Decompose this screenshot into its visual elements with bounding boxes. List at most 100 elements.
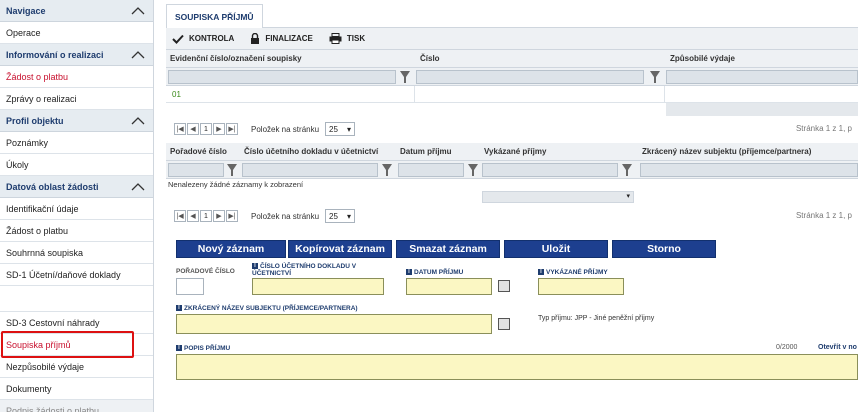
page-size-label: Položek na stránku [251, 211, 320, 221]
chevron-up-icon[interactable] [131, 182, 145, 192]
sidebar-item-identifikacni[interactable]: Identifikační údaje [0, 198, 153, 220]
filter-icon[interactable] [227, 164, 237, 176]
vykazane-field[interactable] [538, 278, 624, 295]
info-icon: i [406, 269, 412, 275]
sidebar-item-zadost-o-platbu[interactable]: Žádost o platbu [0, 66, 153, 88]
poradove-label: POŘADOVÉ ČÍSLO [176, 268, 235, 275]
table-row[interactable]: 01 [166, 86, 858, 103]
open-in-new-link[interactable]: Otevřít v no [818, 344, 857, 351]
filter-input[interactable] [168, 163, 224, 177]
last-page-icon[interactable]: ▶| [226, 123, 238, 135]
col-cislo-dokladu[interactable]: Číslo účetního dokladu v účetnictví [244, 147, 378, 156]
sidebar-item-zpravy[interactable]: Zprávy o realizaci [0, 88, 153, 110]
datum-text: DATUM PŘÍJMU [414, 269, 464, 276]
filter-input[interactable] [168, 70, 396, 84]
col-poradove[interactable]: Pořadové číslo [170, 147, 227, 156]
filter-input[interactable] [482, 163, 618, 177]
sidebar-item-souhrnna[interactable]: Souhrnná soupiska [0, 242, 153, 264]
popis-field[interactable] [176, 354, 858, 380]
grid1-header: Evidenční číslo/označení soupisky Číslo … [166, 50, 858, 68]
kontrola-label: KONTROLA [189, 34, 235, 43]
page-number[interactable]: 1 [200, 123, 212, 135]
vykazane-text: VYKÁZANÉ PŘÍJMY [546, 269, 608, 276]
col-evidencni[interactable]: Evidenční číslo/označení soupisky [170, 54, 302, 63]
next-page-icon[interactable]: ▶ [213, 210, 225, 222]
col-zkraceny[interactable]: Zkrácený název subjektu (příjemce/partne… [642, 147, 811, 156]
grid2-scroll: ▾ [166, 190, 858, 204]
tab-soupiska-prijmu[interactable]: SOUPISKA PŘÍJMŮ [166, 4, 263, 28]
sidebar-item-zadost-platbu[interactable]: Žádost o platbu [0, 220, 153, 242]
new-record-button[interactable]: Nový záznam [176, 240, 286, 258]
poradove-field[interactable] [176, 278, 204, 295]
grid1-filter-row [166, 68, 858, 86]
sidebar-item-sd3[interactable]: SD-3 Cestovní náhrady [0, 312, 153, 334]
tisk-label: TISK [346, 34, 366, 43]
horizontal-scrollbar[interactable] [666, 103, 858, 116]
page-size-label: Položek na stránku [251, 124, 320, 134]
sidebar-item-soupiska-prijmu[interactable]: Soupiska příjmů [0, 334, 153, 356]
typ-prijmu: Typ příjmu: JPP - Jiné peněžní příjmy [538, 315, 655, 322]
next-page-icon[interactable]: ▶ [213, 123, 225, 135]
filter-input[interactable] [666, 70, 858, 84]
grid2-header: Pořadové číslo Číslo účetního dokladu v … [166, 143, 858, 161]
copy-record-button[interactable]: Kopírovat záznam [288, 240, 392, 258]
filter-icon[interactable] [622, 164, 632, 176]
filter-input[interactable] [242, 163, 378, 177]
chevron-up-icon[interactable] [131, 116, 145, 126]
last-page-icon[interactable]: ▶| [226, 210, 238, 222]
datum-field[interactable] [406, 278, 492, 295]
filter-icon[interactable] [650, 71, 660, 83]
kontrola-button[interactable]: KONTROLA [172, 34, 234, 44]
zkraceny-field[interactable] [176, 314, 492, 334]
cancel-button[interactable]: Storno [612, 240, 716, 258]
filter-input[interactable] [640, 163, 858, 177]
sidebar-item-podpis[interactable]: Podpis žádosti o platbu [0, 400, 153, 412]
save-button[interactable]: Uložit [504, 240, 608, 258]
sidebar-section-navigace[interactable]: Navigace [0, 0, 153, 22]
sidebar: Navigace Operace Informování o realizaci… [0, 0, 154, 412]
sidebar-item-dokumenty[interactable]: Dokumenty [0, 378, 153, 400]
sidebar-section-datova-oblast[interactable]: Datová oblast žádosti [0, 176, 153, 198]
section-title: Datová oblast žádosti [6, 181, 99, 192]
col-zpusobile[interactable]: Způsobilé výdaje [670, 54, 735, 63]
filter-icon[interactable] [382, 164, 392, 176]
datum-label: i DATUM PŘÍJMU [406, 269, 463, 276]
cislo-dokladu-field[interactable] [252, 278, 384, 295]
sidebar-section-profil[interactable]: Profil objektu [0, 110, 153, 132]
sidebar-item-sd1[interactable]: SD-1 Účetní/daňové doklady [0, 264, 153, 286]
filter-icon[interactable] [468, 164, 478, 176]
calendar-icon[interactable] [498, 280, 510, 292]
sidebar-section-informovani[interactable]: Informování o realizaci [0, 44, 153, 66]
prev-page-icon[interactable]: ◀ [187, 210, 199, 222]
page-info: Stránka 1 z 1, p [795, 211, 852, 220]
finalizace-label: FINALIZACE [265, 34, 313, 43]
first-page-icon[interactable]: |◀ [174, 210, 186, 222]
chevron-up-icon[interactable] [131, 6, 145, 16]
sidebar-item-nezpusobile[interactable]: Nezpůsobilé výdaje [0, 356, 153, 378]
sidebar-item-ukoly[interactable]: Úkoly [0, 154, 153, 176]
delete-record-button[interactable]: Smazat záznam [396, 240, 500, 258]
sidebar-item-poznamky[interactable]: Poznámky [0, 132, 153, 154]
col-datum[interactable]: Datum příjmu [400, 147, 452, 156]
col-cislo[interactable]: Číslo [420, 54, 440, 63]
zkraceny-text: ZKRÁCENÝ NÁZEV SUBJEKTU (PŘÍJEMCE/PARTNE… [184, 305, 358, 312]
grid2-filter-row [166, 161, 858, 179]
sidebar-item-operace[interactable]: Operace [0, 22, 153, 44]
page-size-select[interactable]: 25 ▾ [325, 209, 356, 223]
filter-input[interactable] [416, 70, 644, 84]
info-icon: i [176, 345, 182, 351]
page-size-select[interactable]: 25 ▾ [325, 122, 356, 136]
finalizace-button[interactable]: FINALIZACE [250, 33, 313, 44]
first-page-icon[interactable]: |◀ [174, 123, 186, 135]
filter-input[interactable] [398, 163, 464, 177]
prev-page-icon[interactable]: ◀ [187, 123, 199, 135]
list-icon[interactable] [498, 318, 510, 330]
tisk-button[interactable]: TISK [329, 33, 365, 44]
page-number[interactable]: 1 [200, 210, 212, 222]
char-counter: 0/2000 [776, 344, 798, 351]
scroll-select[interactable]: ▾ [482, 191, 634, 203]
chevron-up-icon[interactable] [131, 50, 145, 60]
col-vykazane[interactable]: Vykázané příjmy [484, 147, 546, 156]
sidebar-item-blank [0, 286, 153, 312]
filter-icon[interactable] [400, 71, 410, 83]
